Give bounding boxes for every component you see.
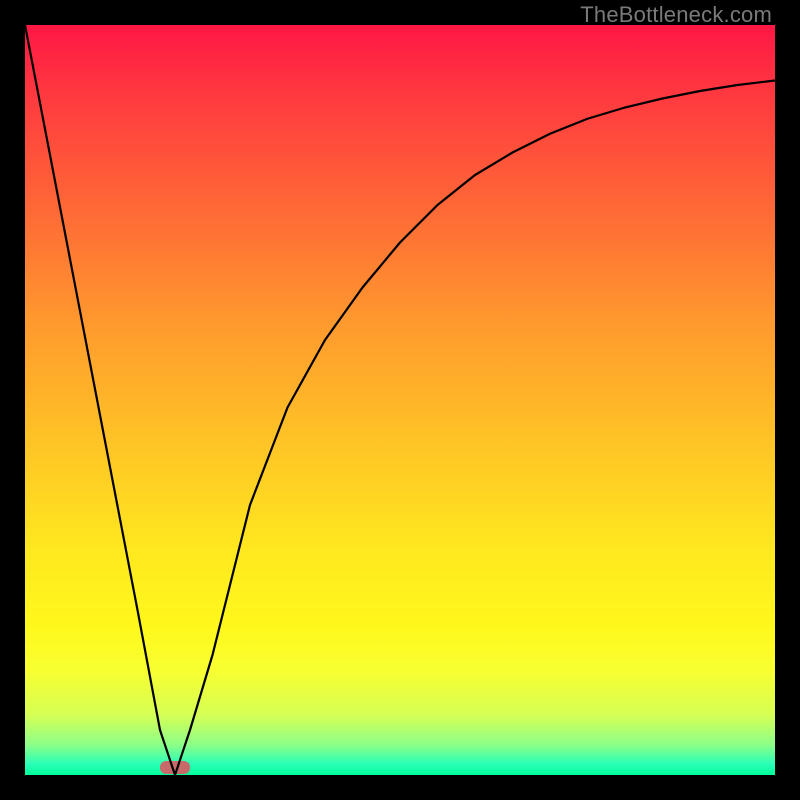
chart-frame xyxy=(25,25,775,775)
watermark-label: TheBottleneck.com xyxy=(580,2,772,28)
chart-svg xyxy=(25,25,775,775)
gradient-background xyxy=(25,25,775,775)
